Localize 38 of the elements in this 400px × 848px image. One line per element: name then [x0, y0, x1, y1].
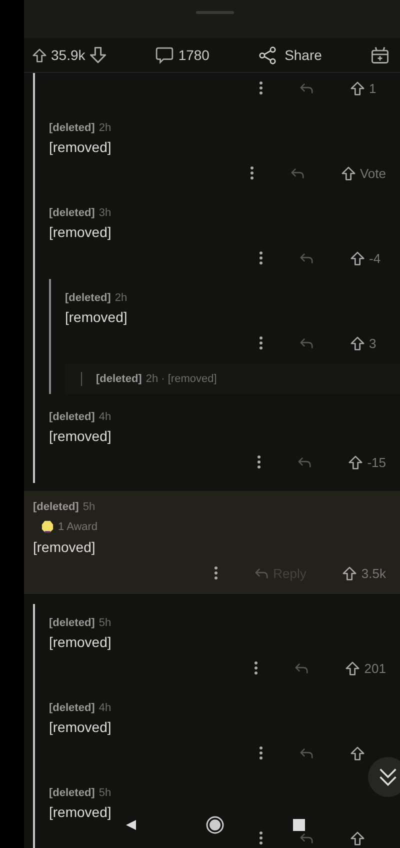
comment-time: 5h: [82, 500, 96, 515]
comment-count: 1780: [178, 47, 210, 63]
vote-score: 3: [369, 336, 376, 350]
comment-author: [deleted]: [96, 373, 142, 385]
vote-score: 1: [369, 80, 376, 96]
comment-author: [deleted]: [65, 291, 111, 306]
comment-time: 5h: [98, 786, 112, 801]
vote-score: -15: [367, 454, 386, 470]
comment-time: 3h: [98, 206, 112, 221]
comment-time: 5h: [98, 616, 112, 631]
vote-score: 3.5k: [361, 566, 386, 580]
comment-meta: 2h · [removed]: [146, 373, 217, 385]
comment-author: [deleted]: [49, 701, 95, 716]
comment-text: [removed]: [49, 223, 112, 242]
vote-score: -4: [369, 250, 381, 266]
comment-author: [deleted]: [49, 616, 95, 631]
comment-author: [deleted]: [49, 786, 95, 801]
comment-author: [deleted]: [49, 206, 95, 221]
comment-text: [removed]: [49, 718, 112, 737]
share-button[interactable]: Share: [258, 46, 322, 64]
comment-author: [deleted]: [49, 121, 95, 136]
comment-text: [removed]: [49, 633, 112, 652]
comment-time: 4h: [98, 410, 112, 425]
comment-time: 2h: [98, 121, 112, 136]
comment-time: 2h: [114, 291, 128, 306]
comment-text: [removed]: [65, 308, 128, 327]
post-score: 35.9k: [51, 47, 86, 63]
vote-score: 201: [364, 660, 386, 676]
comment-text: [removed]: [33, 538, 96, 557]
award-count: 1 Award: [58, 520, 98, 532]
comment-text: [removed]: [49, 803, 112, 822]
comment-author: [deleted]: [33, 500, 79, 515]
comment-text: [removed]: [49, 138, 112, 157]
comment-time: 4h: [98, 701, 112, 716]
comment-author: [deleted]: [49, 410, 95, 425]
comment-text: [removed]: [49, 427, 112, 446]
vote-score: Vote: [360, 166, 386, 180]
collapsed-comment[interactable]: [deleted] 2h · [removed]: [65, 364, 400, 394]
